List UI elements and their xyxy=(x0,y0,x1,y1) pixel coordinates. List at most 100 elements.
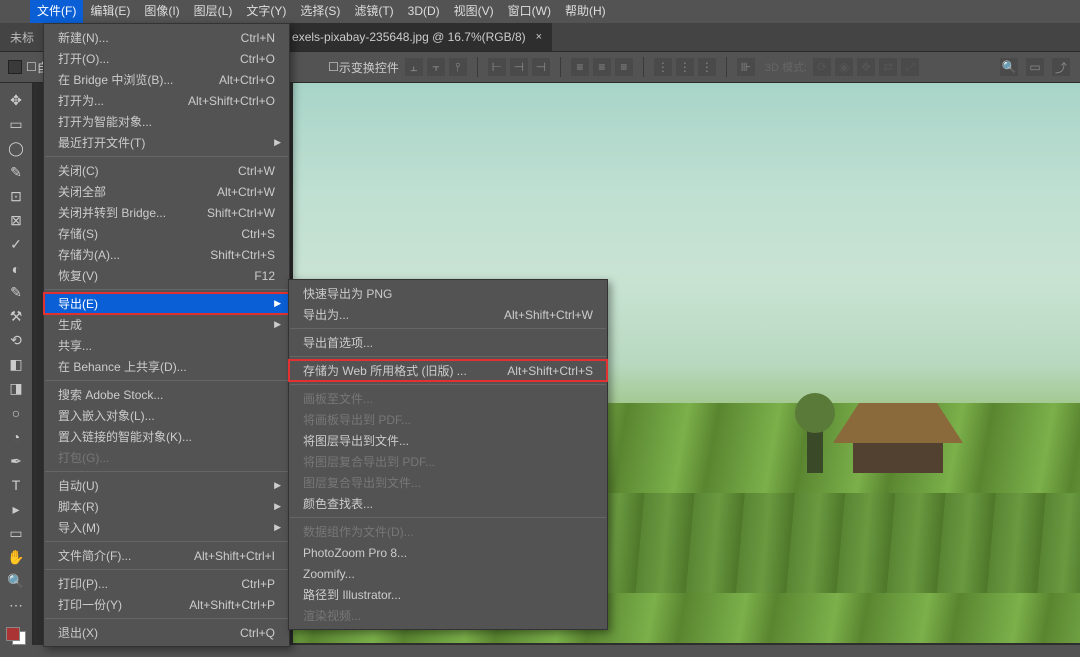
menu-3d[interactable]: 3D(D) xyxy=(401,0,447,23)
menu-item[interactable]: 存储为(A)...Shift+Ctrl+S xyxy=(44,244,289,265)
align-right-icon[interactable]: ⊣ xyxy=(532,58,550,76)
marquee-tool-icon[interactable]: ▭ xyxy=(4,113,28,135)
distribute-3-icon[interactable]: ≡ xyxy=(615,58,633,76)
tab-active[interactable]: exels-pixabay-235648.jpg @ 16.7%(RGB/8) … xyxy=(282,23,552,51)
menu-item[interactable]: 导出为...Alt+Shift+Ctrl+W xyxy=(289,304,607,325)
3d-zoom-icon[interactable]: ⤢ xyxy=(901,58,919,76)
pen-tool-icon[interactable]: ✒ xyxy=(4,450,28,472)
distribute-6-icon[interactable]: ⋮ xyxy=(698,58,716,76)
menu-item[interactable]: 脚本(R)▶ xyxy=(44,496,289,517)
menu-image[interactable]: 图像(I) xyxy=(137,0,186,23)
menu-file[interactable]: 文件(F) xyxy=(30,0,83,23)
type-tool-icon[interactable]: T xyxy=(4,474,28,496)
menu-item[interactable]: 导入(M)▶ xyxy=(44,517,289,538)
distribute-4-icon[interactable]: ⋮ xyxy=(654,58,672,76)
zoom-tool-icon[interactable]: 🔍 xyxy=(4,571,28,593)
history-brush-tool-icon[interactable]: ⟲ xyxy=(4,330,28,352)
menu-item[interactable]: 最近打开文件(T)▶ xyxy=(44,132,289,153)
fg-color-icon[interactable] xyxy=(6,627,20,641)
menu-type[interactable]: 文字(Y) xyxy=(239,0,293,23)
distribute-2-icon[interactable]: ≡ xyxy=(593,58,611,76)
menu-view[interactable]: 视图(V) xyxy=(447,0,501,23)
menu-item[interactable]: Zoomify... xyxy=(289,563,607,584)
eraser-tool-icon[interactable]: ◧ xyxy=(4,354,28,376)
shape-tool-icon[interactable]: ▭ xyxy=(4,522,28,544)
blur-tool-icon[interactable]: ○ xyxy=(4,402,28,424)
menu-select[interactable]: 选择(S) xyxy=(293,0,347,23)
move-tool-icon[interactable]: ✥ xyxy=(4,89,28,111)
menu-item[interactable]: 导出首选项... xyxy=(289,332,607,353)
menu-layer[interactable]: 图层(L) xyxy=(187,0,240,23)
menu-item[interactable]: 置入链接的智能对象(K)... xyxy=(44,426,289,447)
3d-slide-icon[interactable]: ⇄ xyxy=(879,58,897,76)
menu-item[interactable]: 打开为...Alt+Shift+Ctrl+O xyxy=(44,90,289,111)
lasso-tool-icon[interactable]: ◯ xyxy=(4,137,28,159)
menu-item[interactable]: 颜色查找表... xyxy=(289,493,607,514)
menu-item[interactable]: 在 Bridge 中浏览(B)...Alt+Ctrl+O xyxy=(44,69,289,90)
menu-window[interactable]: 窗口(W) xyxy=(501,0,558,23)
eyedropper-tool-icon[interactable]: ✓ xyxy=(4,233,28,255)
menu-filter[interactable]: 滤镜(T) xyxy=(347,0,400,23)
menu-item[interactable]: 导出(E)▶ xyxy=(44,293,289,314)
3d-orbit-icon[interactable]: ⟳ xyxy=(813,58,831,76)
menu-item[interactable]: 置入嵌入对象(L)... xyxy=(44,405,289,426)
color-swatch[interactable] xyxy=(6,627,26,645)
align-left-icon[interactable]: ⊢ xyxy=(488,58,506,76)
heal-tool-icon[interactable]: ◐ xyxy=(4,258,28,280)
dodge-tool-icon[interactable]: ◔ xyxy=(4,426,28,448)
menu-item[interactable]: 关闭全部Alt+Ctrl+W xyxy=(44,181,289,202)
menu-item[interactable]: 关闭并转到 Bridge...Shift+Ctrl+W xyxy=(44,202,289,223)
gradient-tool-icon[interactable]: ◨ xyxy=(4,378,28,400)
menu-item: 画板至文件... xyxy=(289,388,607,409)
share-icon[interactable]: ⤴ xyxy=(1052,58,1070,76)
menu-item[interactable]: 搜索 Adobe Stock... xyxy=(44,384,289,405)
search-icon[interactable]: 🔍 xyxy=(1000,58,1018,76)
edit-toolbar-icon[interactable]: ⋯ xyxy=(4,595,28,617)
quick-select-tool-icon[interactable]: ✎ xyxy=(4,161,28,183)
brush-tool-icon[interactable]: ✎ xyxy=(4,282,28,304)
menu-item[interactable]: 关闭(C)Ctrl+W xyxy=(44,160,289,181)
menu-item[interactable]: PhotoZoom Pro 8... xyxy=(289,542,607,563)
align-top-icon[interactable]: ⫠ xyxy=(405,58,423,76)
align-bottom-icon[interactable]: ⫯ xyxy=(449,58,467,76)
menu-item[interactable]: 存储(S)Ctrl+S xyxy=(44,223,289,244)
crop-tool-icon[interactable]: ⊡ xyxy=(4,185,28,207)
menu-item[interactable]: 恢复(V)F12 xyxy=(44,265,289,286)
path-select-tool-icon[interactable]: ▸ xyxy=(4,498,28,520)
align-vcenter-icon[interactable]: ⫟ xyxy=(427,58,445,76)
menu-item[interactable]: 文件简介(F)...Alt+Shift+Ctrl+I xyxy=(44,545,289,566)
checkbox-auto-select[interactable]: ☐ xyxy=(26,60,37,74)
frame-tool-icon[interactable]: ⊠ xyxy=(4,209,28,231)
align-hcenter-icon[interactable]: ⊣ xyxy=(510,58,528,76)
3d-roll-icon[interactable]: ◉ xyxy=(835,58,853,76)
hand-tool-icon[interactable]: ✋ xyxy=(4,546,28,568)
menu-item[interactable]: 打印(P)...Ctrl+P xyxy=(44,573,289,594)
frames-icon[interactable]: ▭ xyxy=(1026,58,1044,76)
menu-item[interactable]: 生成▶ xyxy=(44,314,289,335)
checkbox-show-controls[interactable]: ☐ xyxy=(328,60,339,74)
menu-item[interactable]: 将图层导出到文件... xyxy=(289,430,607,451)
distribute-7-icon[interactable]: ⊪ xyxy=(737,58,755,76)
menu-item-label: 脚本(R) xyxy=(58,498,99,515)
tab-close-icon[interactable]: × xyxy=(536,31,542,43)
stamp-tool-icon[interactable]: ⚒ xyxy=(4,306,28,328)
distribute-1-icon[interactable]: ≡ xyxy=(571,58,589,76)
3d-pan-icon[interactable]: ✥ xyxy=(857,58,875,76)
menu-item[interactable]: 路径到 Illustrator... xyxy=(289,584,607,605)
menu-item[interactable]: 新建(N)...Ctrl+N xyxy=(44,27,289,48)
menu-help[interactable]: 帮助(H) xyxy=(558,0,613,23)
menu-edit[interactable]: 编辑(E) xyxy=(83,0,137,23)
move-tool-icon[interactable] xyxy=(8,60,22,74)
menu-item[interactable]: 自动(U)▶ xyxy=(44,475,289,496)
menu-item[interactable]: 共享... xyxy=(44,335,289,356)
menu-item-label: 在 Bridge 中浏览(B)... xyxy=(58,71,173,88)
menu-item[interactable]: 在 Behance 上共享(D)... xyxy=(44,356,289,377)
menu-item[interactable]: 打印一份(Y)Alt+Shift+Ctrl+P xyxy=(44,594,289,615)
menu-item[interactable]: 快速导出为 PNG xyxy=(289,283,607,304)
menu-item[interactable]: 存储为 Web 所用格式 (旧版) ...Alt+Shift+Ctrl+S xyxy=(289,360,607,381)
menu-item[interactable]: 退出(X)Ctrl+Q xyxy=(44,622,289,643)
menu-item[interactable]: 打开(O)...Ctrl+O xyxy=(44,48,289,69)
tab-unsaved[interactable]: 未标 xyxy=(2,29,42,46)
distribute-5-icon[interactable]: ⋮ xyxy=(676,58,694,76)
menu-item[interactable]: 打开为智能对象... xyxy=(44,111,289,132)
